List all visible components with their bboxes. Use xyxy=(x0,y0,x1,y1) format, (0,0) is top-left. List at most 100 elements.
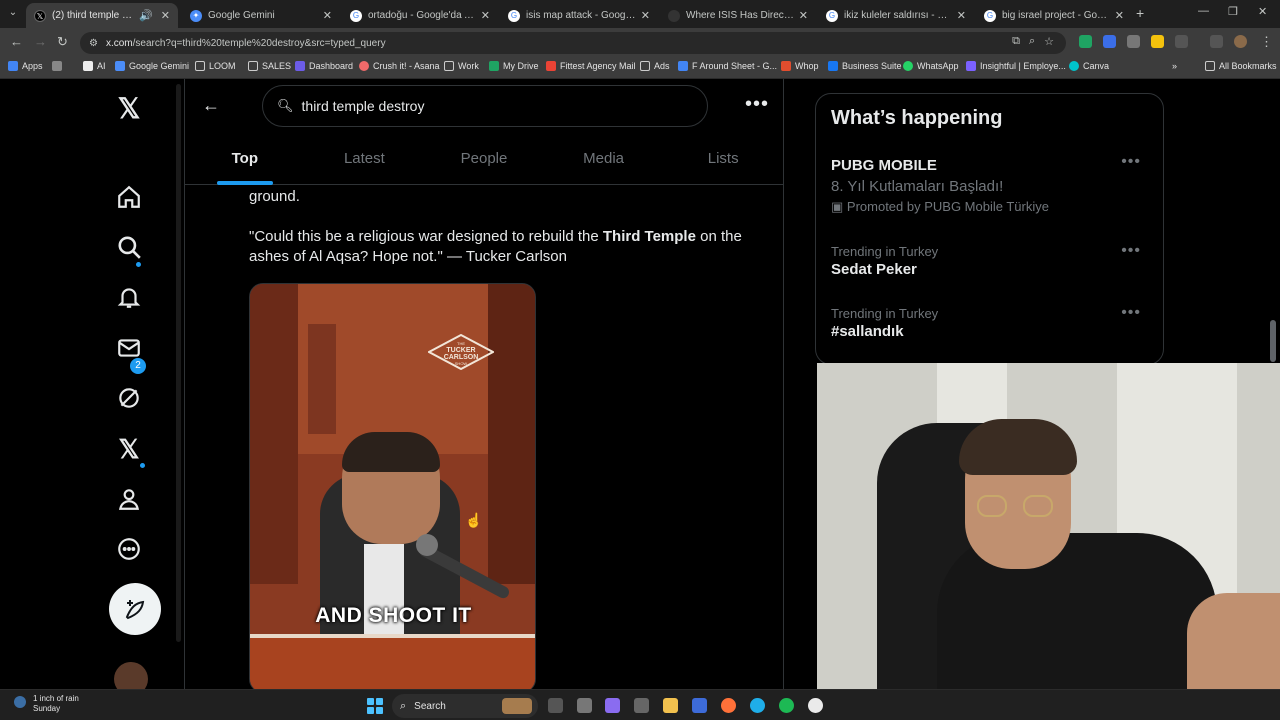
trend-item[interactable]: PUBG MOBILE 8. Yıl Kutlamaları Başladı! … xyxy=(831,153,1151,215)
bookmark-item[interactable]: WhatsApp xyxy=(903,61,959,71)
address-bar[interactable]: ⚙ x.com /search?q=third%20temple%20destr… xyxy=(80,32,1066,54)
whop-icon xyxy=(781,61,791,71)
post-button[interactable] xyxy=(109,583,161,635)
close-tab-icon[interactable]: ✕ xyxy=(957,9,966,22)
tab-top[interactable]: Top xyxy=(185,135,305,185)
close-tab-icon[interactable]: ✕ xyxy=(323,9,332,22)
bookmark-item[interactable]: Crush it! - Asana xyxy=(359,61,440,71)
trend-more-icon[interactable]: ••• xyxy=(1121,153,1141,171)
bookmark-item[interactable]: F Around Sheet - G... xyxy=(678,61,777,71)
trend-more-icon[interactable]: ••• xyxy=(1121,242,1141,260)
media-controls-icon[interactable] xyxy=(1210,35,1223,48)
calculator-icon[interactable] xyxy=(692,698,707,713)
page-scrollbar-thumb[interactable] xyxy=(1270,320,1276,362)
more-circle-icon[interactable] xyxy=(114,534,144,564)
bookmark-star-icon[interactable]: ☆ xyxy=(1044,35,1054,48)
x-logo-icon: 𝕏 xyxy=(34,9,46,22)
bookmark-item[interactable]: SALES xyxy=(248,61,291,71)
messages-envelope-icon[interactable] xyxy=(114,333,144,363)
left-scrollbar[interactable] xyxy=(176,84,181,642)
bookmarks-overflow-icon[interactable]: » xyxy=(1172,61,1177,71)
chrome-menu-icon[interactable]: ⋮ xyxy=(1260,34,1273,50)
file-explorer-icon[interactable] xyxy=(663,698,678,713)
chrome-icon[interactable] xyxy=(808,698,823,713)
bookmark-item[interactable]: Google Gemini xyxy=(115,61,189,71)
windows-start-icon[interactable] xyxy=(367,698,383,714)
camera-app-icon[interactable] xyxy=(634,698,649,713)
profile-person-icon[interactable] xyxy=(114,484,144,514)
promoted-text: Promoted by PUBG Mobile Türkiye xyxy=(846,199,1049,214)
forward-arrow-icon[interactable]: → xyxy=(34,34,47,49)
back-arrow-icon[interactable]: ← xyxy=(202,95,220,116)
bookmark-item[interactable]: Ads xyxy=(640,61,670,71)
browser-tab[interactable]: G ikiz kuleler saldırısı - Google'da… ✕ xyxy=(818,3,974,28)
restore-icon[interactable]: ❐ xyxy=(1228,5,1238,18)
extension-icon[interactable] xyxy=(1079,35,1092,48)
firefox-icon[interactable] xyxy=(721,698,736,713)
bookmark-item[interactable]: Business Suite xyxy=(828,61,902,71)
search-input[interactable]: 🔍︎ third temple destroy xyxy=(262,85,708,127)
browser-tab[interactable]: G isis map attack - Google'da Ara ✕ xyxy=(500,3,658,28)
tab-people[interactable]: People xyxy=(424,135,544,185)
tab-latest[interactable]: Latest xyxy=(305,135,425,185)
browser-tab[interactable]: G ortadoğu - Google'da Ara ✕ xyxy=(342,3,498,28)
bookmark-item[interactable]: Work xyxy=(444,61,479,71)
install-app-icon[interactable]: ⧉ xyxy=(1012,35,1020,48)
notifications-bell-icon[interactable] xyxy=(114,282,144,312)
x-logo-icon[interactable]: 𝕏 xyxy=(114,93,144,124)
trend-item[interactable]: Trending in Turkey #sallandık ••• xyxy=(831,304,1151,340)
zoom-icon[interactable]: ⌕ xyxy=(1029,35,1035,48)
shield-icon[interactable] xyxy=(1127,35,1140,48)
profile-avatar[interactable] xyxy=(1234,35,1247,48)
new-tab-icon[interactable]: + xyxy=(1136,5,1144,21)
spotify-icon[interactable] xyxy=(779,698,794,713)
close-tab-icon[interactable]: ✕ xyxy=(161,9,170,22)
more-options-icon[interactable]: ••• xyxy=(745,93,769,116)
browser-tab[interactable]: 𝕏 (2) third temple destroy - S… 🔊 ✕ xyxy=(26,3,178,28)
tab-search-icon[interactable]: ⌄ xyxy=(4,4,22,22)
explore-search-icon[interactable] xyxy=(114,232,144,262)
speaker-icon[interactable]: 🔊 xyxy=(139,9,153,22)
tab-media[interactable]: Media xyxy=(544,135,664,185)
bookmark-item[interactable]: Canva xyxy=(1069,61,1109,71)
home-icon[interactable] xyxy=(114,182,144,212)
browser-tab[interactable]: ✦ Google Gemini ✕ xyxy=(182,3,340,28)
edge-icon[interactable] xyxy=(750,698,765,713)
app-icon[interactable] xyxy=(577,698,592,713)
close-tab-icon[interactable]: ✕ xyxy=(641,9,650,22)
back-arrow-icon[interactable]: ← xyxy=(10,34,23,49)
bookmark-item[interactable]: Insightful | Employe... xyxy=(966,61,1066,71)
bookmark-item[interactable]: My Drive xyxy=(489,61,539,71)
tab-lists[interactable]: Lists xyxy=(663,135,783,185)
close-tab-icon[interactable]: ✕ xyxy=(481,9,490,22)
site-info-icon[interactable]: ⚙ xyxy=(89,38,98,49)
trend-item[interactable]: Trending in Turkey Sedat Peker ••• xyxy=(831,242,1151,278)
taskbar-search[interactable]: ⌕ Search xyxy=(392,694,538,718)
bookmark-item[interactable]: Fittest Agency Mail xyxy=(546,61,636,71)
grok-icon[interactable] xyxy=(114,383,144,413)
bookmark-item[interactable]: LOOM xyxy=(195,61,236,71)
copilot-icon[interactable] xyxy=(605,698,620,713)
trend-more-icon[interactable]: ••• xyxy=(1121,304,1141,322)
bookmark-item[interactable] xyxy=(52,61,66,71)
search-highlight-image xyxy=(502,698,532,714)
all-bookmarks[interactable]: All Bookmarks xyxy=(1205,61,1277,71)
close-tab-icon[interactable]: ✕ xyxy=(799,9,808,22)
extension-icon[interactable] xyxy=(1103,35,1116,48)
bookmark-item[interactable]: Apps xyxy=(8,61,43,71)
close-window-icon[interactable]: ✕ xyxy=(1258,5,1267,18)
browser-tab[interactable]: Where ISIS Has Directed and In… ✕ xyxy=(660,3,816,28)
premium-x-icon[interactable]: 𝕏 xyxy=(114,434,144,464)
browser-tab[interactable]: G big israel project - Google'da A… ✕ xyxy=(976,3,1132,28)
bookmark-item[interactable]: AI xyxy=(83,61,106,71)
close-tab-icon[interactable]: ✕ xyxy=(1115,9,1124,22)
bookmark-item[interactable]: Whop xyxy=(781,61,819,71)
bookmark-item[interactable]: Dashboard xyxy=(295,61,353,71)
puzzle-icon[interactable] xyxy=(1175,35,1188,48)
task-view-icon[interactable] xyxy=(548,698,563,713)
folder-icon xyxy=(248,61,258,71)
minimize-icon[interactable]: — xyxy=(1198,5,1209,17)
tweet-video[interactable]: THE TUCKER CARLSON SHOW AND SHOOT IT xyxy=(249,283,536,689)
reload-icon[interactable]: ↻ xyxy=(57,34,68,50)
extension-icon[interactable] xyxy=(1151,35,1164,48)
